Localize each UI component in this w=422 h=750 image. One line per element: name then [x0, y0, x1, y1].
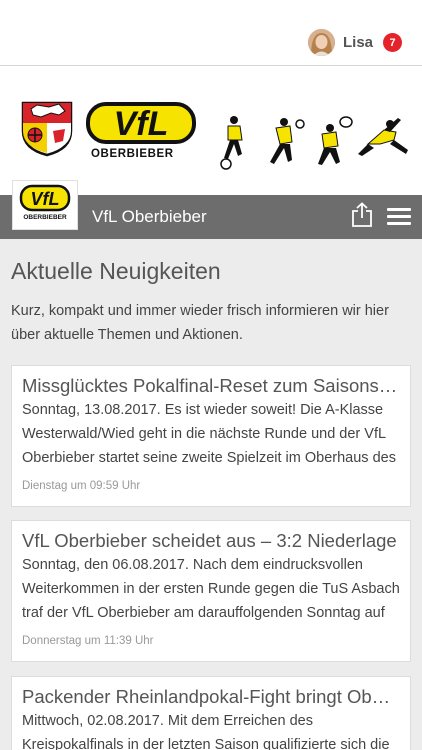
- nav-title: VfL Oberbieber: [92, 207, 207, 226]
- user-profile[interactable]: Lisa 7: [307, 29, 402, 56]
- club-banner: VfL OBERBIEBER: [0, 66, 422, 195]
- news-card[interactable]: Packender Rheinlandpokal-Fight bringt Ob…: [11, 676, 411, 750]
- news-title[interactable]: Missglücktes Pokalfinal-Reset zum Saison…: [22, 374, 400, 398]
- share-icon[interactable]: [351, 202, 373, 228]
- club-location: OBERBIEBER: [91, 148, 174, 160]
- hamburger-menu-icon[interactable]: [387, 208, 411, 226]
- menu-line: [387, 208, 411, 211]
- main-content: Aktuelle Neuigkeiten Kurz, kompakt und i…: [11, 258, 411, 347]
- news-card[interactable]: Missglücktes Pokalfinal-Reset zum Saison…: [11, 365, 411, 507]
- news-excerpt: Sonntag, den 06.08.2017. Nach dem eindru…: [22, 557, 400, 621]
- news-date: Dienstag um 09:59 Uhr: [22, 480, 141, 492]
- menu-line: [387, 215, 411, 218]
- news-title[interactable]: Packender Rheinlandpokal-Fight bringt Ob…: [22, 685, 400, 709]
- nav-logo-text: VfL: [31, 189, 60, 209]
- menu-line: [387, 222, 411, 225]
- user-name[interactable]: Lisa: [343, 34, 373, 51]
- nav-home-logo[interactable]: VfL OBERBIEBER: [12, 180, 78, 230]
- page-intro: Kurz, kompakt und immer wieder frisch in…: [11, 303, 389, 343]
- club-logo: VfL: [86, 102, 196, 153]
- avatar[interactable]: [307, 29, 335, 56]
- news-title[interactable]: VfL Oberbieber scheidet aus – 3:2 Nieder…: [22, 529, 400, 553]
- club-logo-text: VfL: [114, 105, 169, 143]
- nav-logo-sub: OBERBIEBER: [23, 214, 67, 221]
- coat-of-arms-icon: [21, 101, 73, 162]
- notification-badge[interactable]: 7: [383, 33, 402, 52]
- news-excerpt: Sonntag, 13.08.2017. Es ist wieder sowei…: [22, 402, 396, 466]
- players-illustration: [218, 114, 414, 175]
- page-title: Aktuelle Neuigkeiten: [11, 258, 221, 284]
- top-user-bar: Lisa 7: [0, 0, 422, 66]
- news-date: Donnerstag um 11:39 Uhr: [22, 635, 154, 647]
- news-card[interactable]: VfL Oberbieber scheidet aus – 3:2 Nieder…: [11, 520, 411, 662]
- news-excerpt: Mittwoch, 02.08.2017. Mit dem Erreichen …: [22, 713, 390, 750]
